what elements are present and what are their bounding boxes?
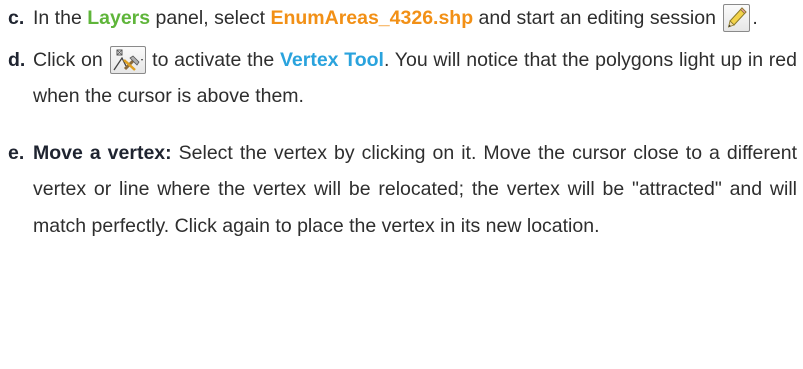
document-page: { "steps": { "c": { "marker": "c.", "t1"… bbox=[0, 0, 803, 369]
step-e: e. Move a vertex: Select the vertex by c… bbox=[0, 135, 803, 245]
step-c-text-3: and start an editing session bbox=[473, 7, 716, 29]
step-c-end: . bbox=[752, 7, 758, 29]
instruction-steps: c. In the Layers panel, select EnumAreas… bbox=[0, 0, 803, 244]
step-c-text-1: In the bbox=[33, 7, 88, 29]
pencil-icon bbox=[728, 7, 748, 28]
step-d-marker: d. bbox=[8, 48, 26, 71]
move-vertex-heading: Move a vertex: bbox=[33, 141, 172, 164]
vertex-tool-icon bbox=[113, 49, 144, 71]
toggle-editing-button[interactable] bbox=[723, 4, 751, 32]
step-c-text-2: panel, select bbox=[150, 7, 271, 29]
step-e-marker: e. bbox=[8, 141, 25, 164]
step-d-text-1: Click on bbox=[33, 48, 109, 71]
vertex-tool-button[interactable] bbox=[110, 45, 147, 74]
step-c: c. In the Layers panel, select EnumAreas… bbox=[0, 0, 803, 37]
step-c-marker: c. bbox=[8, 7, 25, 29]
step-d-text-2: to activate the bbox=[146, 48, 280, 71]
vertex-tool-label: Vertex Tool bbox=[279, 48, 384, 71]
shapefile-name: EnumAreas_4326.shp bbox=[270, 7, 474, 29]
layers-panel-label: Layers bbox=[87, 7, 151, 29]
step-d: d. Click on to activate the Vertex Tool.… bbox=[0, 42, 803, 115]
